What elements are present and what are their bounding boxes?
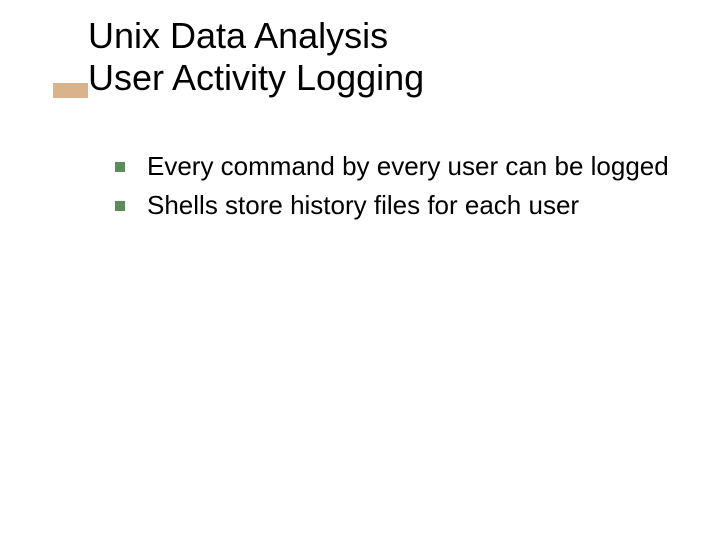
title-line-1: Unix Data Analysis	[88, 15, 678, 57]
slide-title: Unix Data Analysis User Activity Logging	[88, 15, 678, 100]
square-bullet-icon	[115, 162, 125, 172]
slide: Unix Data Analysis User Activity Logging…	[0, 0, 720, 540]
square-bullet-icon	[115, 201, 125, 211]
title-accent-bar	[53, 83, 88, 98]
bullet-text: Every command by every user can be logge…	[147, 150, 669, 183]
list-item: Shells store history files for each user	[115, 189, 675, 222]
title-line-2: User Activity Logging	[88, 57, 678, 99]
bullet-text: Shells store history files for each user	[147, 189, 579, 222]
slide-body: Every command by every user can be logge…	[115, 150, 675, 229]
list-item: Every command by every user can be logge…	[115, 150, 675, 183]
